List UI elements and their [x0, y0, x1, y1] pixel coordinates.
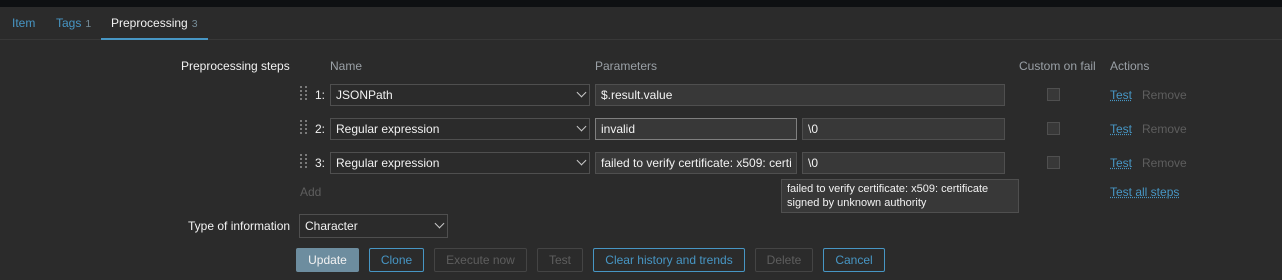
tab-preprocessing-count: 3	[191, 18, 198, 30]
drag-handle-icon[interactable]	[300, 154, 307, 172]
preprocessing-steps-label: Preprocessing steps	[181, 59, 290, 73]
cancel-button[interactable]: Cancel	[823, 248, 885, 272]
step-number: 3:	[315, 156, 326, 170]
clear-history-button[interactable]: Clear history and trends	[593, 248, 745, 272]
step-name-value: Regular expression	[336, 122, 440, 136]
test-button[interactable]: Test	[537, 248, 583, 272]
type-of-information-value: Character	[305, 219, 358, 233]
step-number: 1:	[315, 88, 326, 102]
clone-button[interactable]: Clone	[369, 248, 424, 272]
remove-button[interactable]: Remove	[1142, 156, 1187, 170]
tab-tags[interactable]: Tags 1	[56, 7, 91, 39]
step-name-value: Regular expression	[336, 156, 440, 170]
tab-item[interactable]: Item	[12, 7, 35, 39]
step-name-select[interactable]: JSONPath	[330, 84, 590, 106]
tab-bar: Item Tags 1 Preprocessing 3	[0, 7, 1282, 40]
chevron-down-icon	[434, 218, 445, 229]
output-input[interactable]: \0	[802, 152, 1005, 174]
drag-handle-icon[interactable]	[300, 120, 307, 138]
header-parameters: Parameters	[595, 59, 658, 73]
step-number: 2:	[315, 122, 326, 136]
remove-button[interactable]: Remove	[1142, 88, 1187, 102]
tab-tags-label: Tags	[56, 16, 82, 30]
custom-on-fail-checkbox[interactable]	[1047, 122, 1060, 135]
top-bar	[0, 0, 1282, 7]
chevron-down-icon	[576, 121, 587, 132]
tab-tags-count: 1	[85, 18, 92, 30]
test-all-steps-link[interactable]: Test all steps	[1110, 185, 1179, 199]
custom-on-fail-checkbox[interactable]	[1047, 156, 1060, 169]
parameter-tooltip: failed to verify certificate: x509: cert…	[781, 179, 1019, 213]
pattern-input[interactable]: failed to verify certificate: x509: cert…	[595, 152, 797, 174]
update-button[interactable]: Update	[296, 248, 359, 272]
header-actions: Actions	[1110, 59, 1150, 73]
remove-button[interactable]: Remove	[1142, 122, 1187, 136]
chevron-down-icon	[576, 87, 587, 98]
test-link[interactable]: Test	[1110, 122, 1132, 136]
step-parameter-input[interactable]: $.result.value	[595, 84, 1005, 106]
step-name-select[interactable]: Regular expression	[330, 118, 590, 140]
chevron-down-icon	[576, 155, 587, 166]
pattern-input[interactable]: invalid	[595, 118, 797, 140]
type-of-information-select[interactable]: Character	[299, 214, 448, 238]
type-of-information-label: Type of information	[188, 219, 291, 233]
test-link[interactable]: Test	[1110, 88, 1132, 102]
header-custom-on-fail: Custom on fail	[1019, 59, 1096, 73]
tab-preprocessing-label: Preprocessing	[111, 16, 188, 30]
tooltip-line: failed to verify certificate: x509: cert…	[787, 183, 989, 195]
tooltip-line: signed by unknown authority	[787, 197, 927, 209]
add-step-button[interactable]: Add	[300, 185, 321, 199]
step-name-select[interactable]: Regular expression	[330, 152, 590, 174]
test-link[interactable]: Test	[1110, 156, 1132, 170]
header-name: Name	[330, 59, 363, 73]
tab-preprocessing[interactable]: Preprocessing 3	[101, 7, 208, 40]
tab-item-label: Item	[12, 16, 36, 30]
step-name-value: JSONPath	[336, 88, 393, 102]
output-input[interactable]: \0	[802, 118, 1005, 140]
drag-handle-icon[interactable]	[300, 86, 307, 104]
custom-on-fail-checkbox[interactable]	[1047, 88, 1060, 101]
execute-now-button[interactable]: Execute now	[434, 248, 527, 272]
delete-button[interactable]: Delete	[755, 248, 813, 272]
